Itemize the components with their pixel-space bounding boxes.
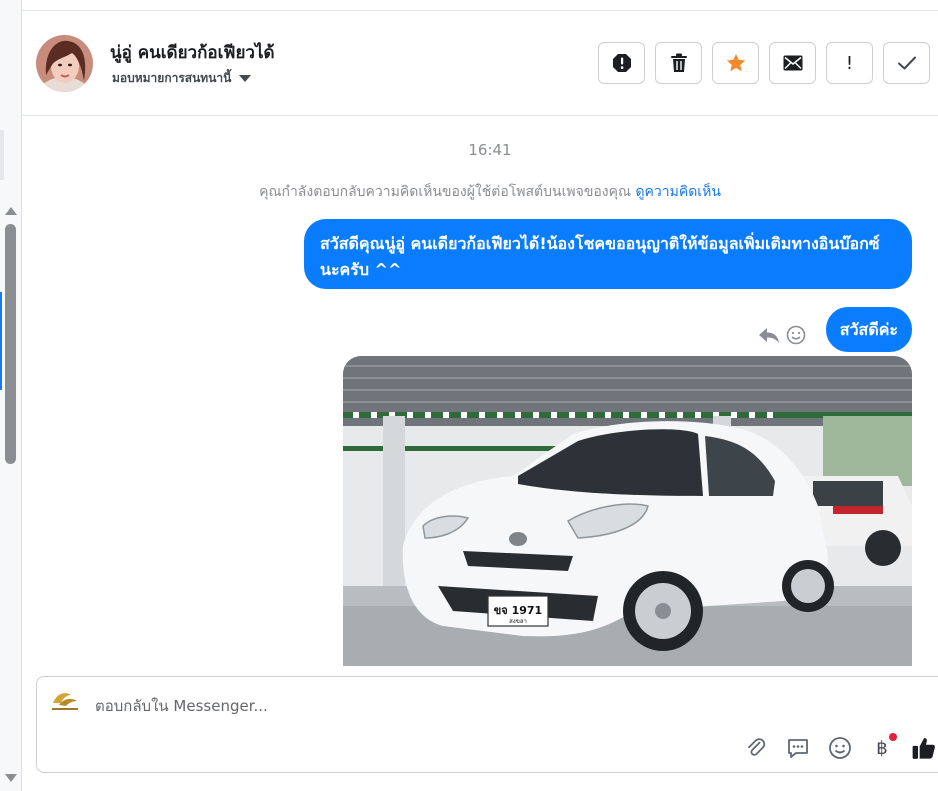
context-note-text: คุณกำลังตอบกลับความคิดเห็นของผู้ใช้ต่อโพ… [259,184,631,200]
emoji-button[interactable] [827,735,853,761]
alert-octagon-icon [612,54,631,72]
envelope-icon [783,55,802,71]
license-plate-number: ขจ 1971 [494,604,542,617]
reply-icon[interactable] [758,325,780,345]
emoji-icon [829,737,851,759]
messenger-inbox: นู่อู่ คนเดียวก้อเฟียวได้ มอบหมายการสนทน… [0,0,938,791]
left-scrollbar[interactable] [0,0,22,791]
mark-done-button[interactable] [883,42,930,84]
view-comment-link[interactable]: ดูความคิดเห็น [635,184,720,200]
message-thread[interactable]: 16:41 คุณกำลังตอบกลับความคิดเห็นของผู้ใช… [22,116,938,666]
star-button[interactable] [712,42,759,84]
paperclip-icon [748,738,766,756]
checkmark-icon [897,56,916,70]
context-note: คุณกำลังตอบกลับความคิดเห็นของผู้ใช้ต่อโพ… [22,181,938,203]
selected-indicator [0,292,2,390]
composer-toolbar: ฿ [743,733,937,761]
reply-composer: ฿ [36,676,938,773]
follow-up-button[interactable]: ! [826,42,873,84]
page-logo [49,689,81,713]
caret-down-icon [239,75,252,82]
message-photo-attachment[interactable]: ขจ 1971 สงขลา [343,356,912,666]
message-timestamp: 16:41 [468,141,512,159]
spam-button[interactable] [598,42,645,84]
exclamation-icon: ! [845,52,854,74]
trash-icon [670,53,687,72]
chat-bubble-icon [788,739,808,758]
conversation-header: นู่อู่ คนเดียวก้อเฟียวได้ มอบหมายการสนทน… [22,11,938,116]
left-tab-marker [0,130,4,180]
scroll-up-arrow-icon[interactable] [5,207,17,215]
message-actions [758,325,806,345]
star-icon [726,53,745,72]
mark-unread-button[interactable] [769,42,816,84]
contact-avatar[interactable] [36,35,93,92]
payment-button[interactable]: ฿ [869,733,897,761]
reply-input[interactable] [95,695,695,717]
saved-replies-button[interactable] [785,735,811,761]
react-emoji-icon[interactable] [786,325,806,345]
attach-file-button[interactable] [743,735,769,761]
thumbs-up-icon [912,738,935,759]
message-bubble-outgoing[interactable]: สวัสดีคุณนู่อู่ คนเดียวก้อเฟียวได้!น้องโ… [304,219,912,289]
contact-name: นู่อู่ คนเดียวก้อเฟียวได้ [110,43,275,63]
notification-dot [889,733,897,741]
license-plate-province: สงขลา [509,618,527,625]
like-button[interactable] [911,735,937,761]
baht-icon: ฿ [876,737,888,759]
message-bubble-outgoing[interactable]: สวัสดีค่ะ [825,307,912,352]
assign-label: มอบหมายการสนทนานี้ [112,71,232,85]
assign-conversation-dropdown[interactable]: มอบหมายการสนทนานี้ [112,69,252,88]
scroll-down-arrow-icon[interactable] [5,774,17,782]
delete-button[interactable] [655,42,702,84]
scrollbar-thumb[interactable] [5,224,16,464]
